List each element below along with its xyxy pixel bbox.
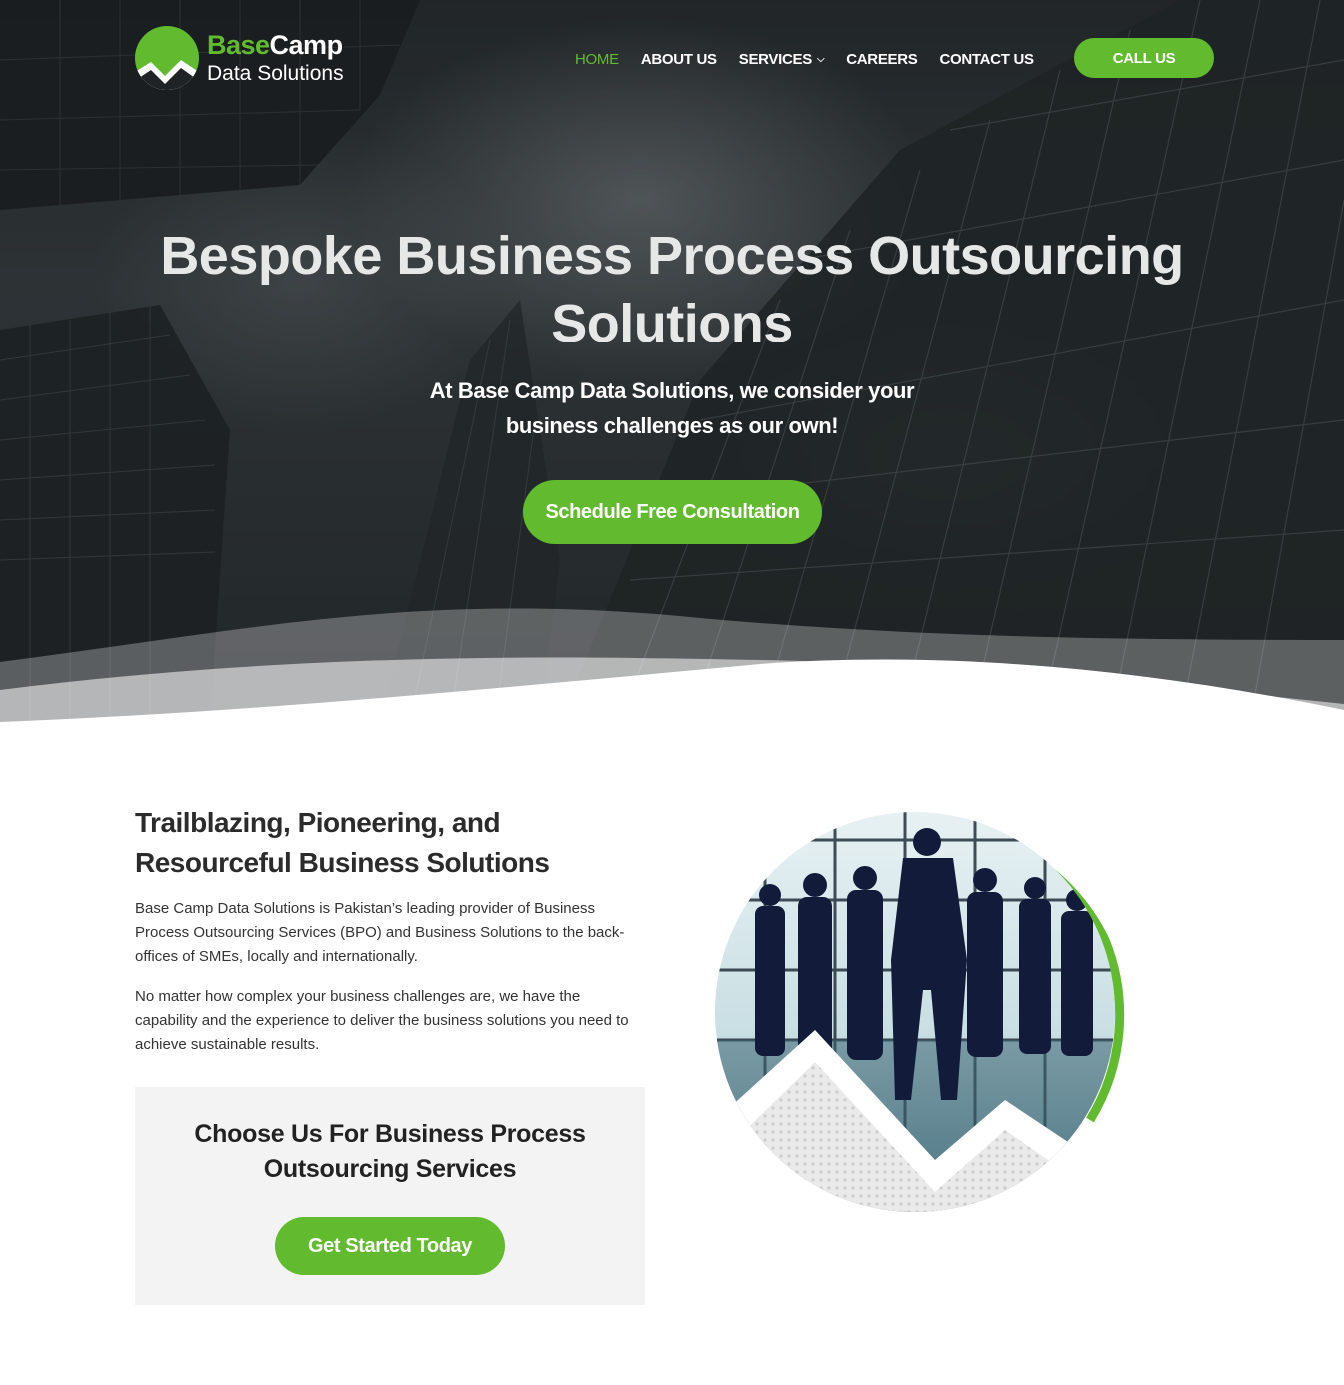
nav-item-services[interactable]: SERVICES ⌵ xyxy=(738,50,825,68)
nav-item-careers[interactable]: CAREERS xyxy=(846,50,918,68)
nav-item-label: CAREERS xyxy=(846,50,918,68)
nav-item-label: CONTACT US xyxy=(939,50,1034,68)
call-us-button[interactable]: CALL US xyxy=(1074,38,1214,78)
brand-logo[interactable]: BaseCamp Data Solutions xyxy=(135,26,365,94)
brand-name-part1: Base xyxy=(207,30,270,60)
team-silhouette-image xyxy=(715,812,1125,1212)
nav-item-label: ABOUT US xyxy=(640,50,717,68)
hero-title: Bespoke Business Process Outsourcing Sol… xyxy=(160,226,1184,342)
cta-title: Choose Us For Business Process Outsourci… xyxy=(194,1120,586,1183)
hero-subtitle: At Base Camp Data Solutions, we consider… xyxy=(429,378,915,438)
nav-item-home[interactable]: HOME xyxy=(575,51,619,68)
schedule-consultation-button[interactable]: Schedule Free Consultation xyxy=(523,480,822,544)
nav-item-label: HOME xyxy=(575,50,619,68)
mountain-logo-icon xyxy=(135,26,199,90)
brand-name-part2: Camp xyxy=(269,30,344,60)
chevron-down-icon: ⌵ xyxy=(816,53,825,65)
get-started-button[interactable]: Get Started Today xyxy=(275,1217,505,1275)
hero-section: BaseCamp Data Solutions HOME ABOUT US SE… xyxy=(0,0,1344,722)
wave-divider xyxy=(0,608,1344,722)
brand-name: BaseCamp xyxy=(207,30,343,61)
nav-item-about-us[interactable]: ABOUT US xyxy=(641,51,717,68)
about-paragraph-2: No matter how complex your business chal… xyxy=(135,988,629,1053)
about-title: Trailblazing, Pioneering, and Resourcefu… xyxy=(135,807,550,878)
about-paragraph-1: Base Camp Data Solutions is Pakistan’s l… xyxy=(135,900,625,965)
nav-item-label: SERVICES xyxy=(738,50,812,68)
nav-item-contact-us[interactable]: CONTACT US xyxy=(939,50,1034,68)
cta-box: Choose Us For Business Process Outsourci… xyxy=(135,1087,645,1305)
main-nav: HOME ABOUT US SERVICES ⌵ CAREERS CONTACT … xyxy=(575,48,1056,70)
brand-tagline: Data Solutions xyxy=(207,62,344,85)
